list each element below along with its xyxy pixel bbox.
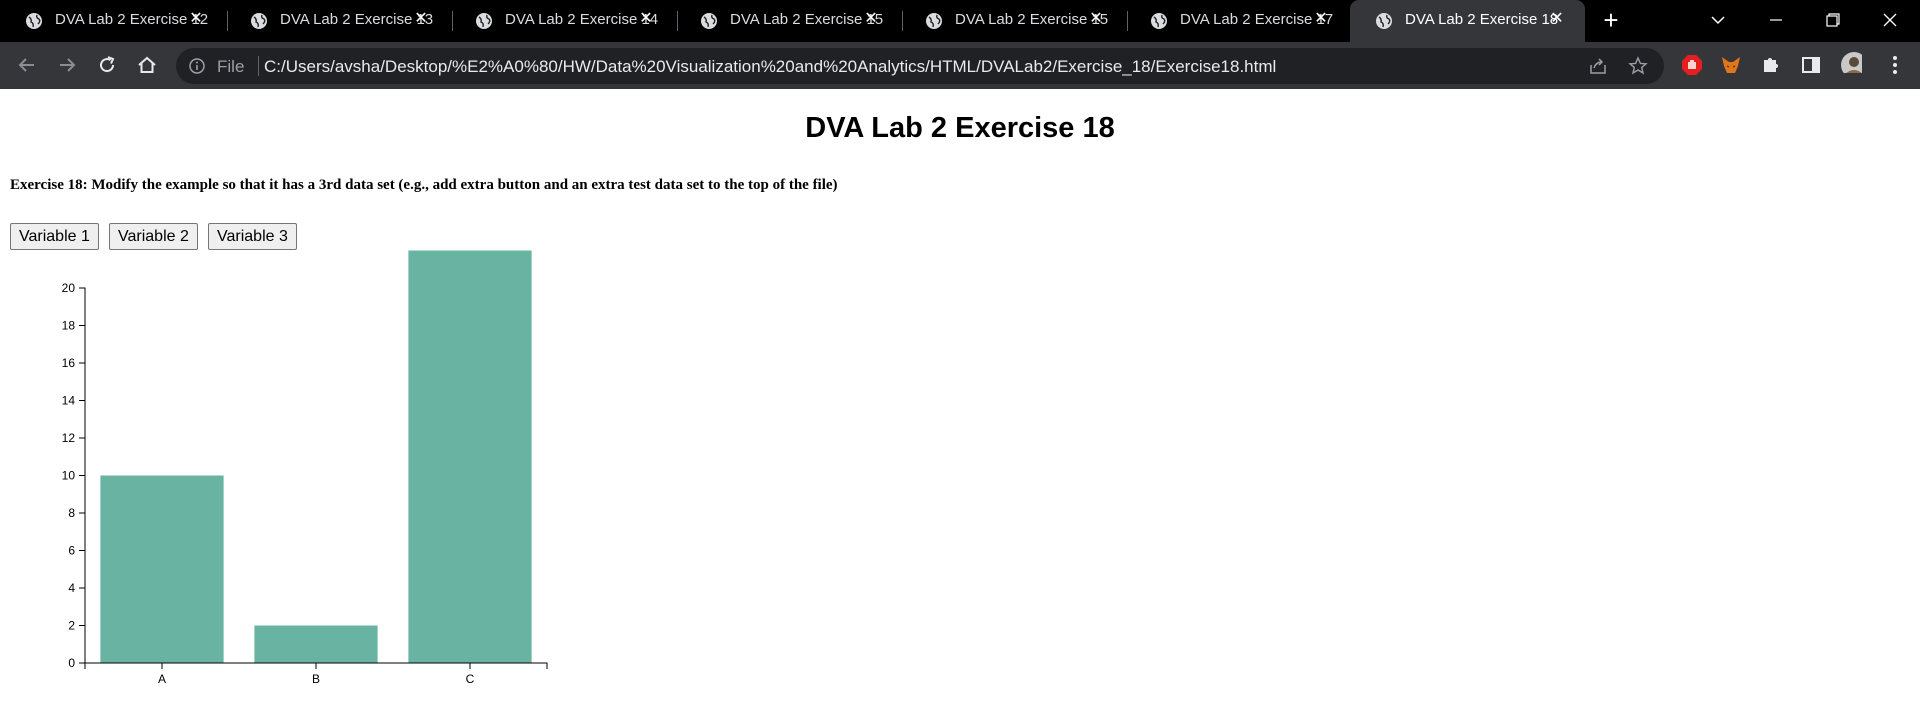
back-arrow-icon[interactable] — [15, 53, 39, 77]
tab-title: DVA Lab 2 Exercise 18 — [1405, 11, 1559, 28]
scheme-label: File — [217, 57, 245, 76]
y-tick-label: 18 — [62, 319, 76, 333]
kebab-menu-icon[interactable] — [1884, 54, 1906, 76]
tab-close-icon[interactable]: ✕ — [863, 11, 879, 27]
tab-close-icon[interactable]: ✕ — [638, 11, 654, 27]
tab-search-icon[interactable] — [1706, 8, 1730, 32]
url-text[interactable]: C:/Users/avsha/Desktop/%E2%A0%80/HW/Data… — [264, 57, 1276, 77]
tab-close-icon[interactable]: ✕ — [1549, 11, 1565, 27]
forward-arrow-icon[interactable] — [55, 53, 79, 77]
tab-active[interactable]: DVA Lab 2 Exercise 18 ✕ — [1350, 0, 1585, 42]
metamask-fox-icon[interactable] — [1720, 54, 1742, 76]
tab[interactable]: DVA Lab 2 Exercise 14 ✕ — [450, 0, 678, 42]
puzzle-icon[interactable] — [1760, 54, 1782, 76]
tab-title: DVA Lab 2 Exercise 15 — [955, 11, 1109, 28]
bar-chart: 0 2 4 6 8 10 12 14 16 18 20 A B C — [62, 250, 548, 686]
y-tick-label: 20 — [62, 281, 76, 295]
bar-a — [100, 475, 224, 663]
y-tick-label: 12 — [62, 431, 76, 445]
tab[interactable]: DVA Lab 2 Exercise 17 ✕ — [1125, 0, 1341, 42]
x-tick-label-a: A — [158, 672, 166, 686]
globe-icon — [251, 13, 267, 29]
adblock-icon[interactable] — [1681, 54, 1703, 76]
tab-strip: DVA Lab 2 Exercise 12 ✕ DVA Lab 2 Exercise… — [0, 0, 1920, 42]
y-tick-label: 8 — [68, 506, 75, 520]
minimize-icon[interactable] — [1764, 8, 1788, 32]
home-icon[interactable] — [135, 53, 159, 77]
tab[interactable]: DVA Lab 2 Exercise 15 ✕ — [900, 0, 1128, 42]
restore-icon[interactable] — [1821, 8, 1845, 32]
globe-icon — [26, 13, 42, 29]
tab[interactable]: DVA Lab 2 Exercise 15 ✕ — [675, 0, 903, 42]
globe-icon — [1151, 13, 1167, 29]
tab-close-icon[interactable]: ✕ — [1313, 11, 1329, 27]
y-tick-label: 14 — [62, 394, 76, 408]
address-bar[interactable]: File C:/Users/avsha/Desktop/%E2%A0%80/HW… — [176, 48, 1664, 84]
y-tick-label: 16 — [62, 356, 76, 370]
tab-close-icon[interactable]: ✕ — [1088, 11, 1104, 27]
reload-icon[interactable] — [95, 53, 119, 77]
tab-title: DVA Lab 2 Exercise 12 — [55, 11, 209, 28]
browser-toolbar: File C:/Users/avsha/Desktop/%E2%A0%80/HW… — [0, 42, 1920, 89]
star-icon[interactable] — [1628, 56, 1648, 76]
globe-icon — [476, 13, 492, 29]
page-title: DVA Lab 2 Exercise 18 — [805, 112, 1115, 144]
tab-title: DVA Lab 2 Exercise 17 — [1180, 11, 1334, 28]
close-window-icon[interactable] — [1878, 8, 1902, 32]
tab-title: DVA Lab 2 Exercise 15 — [730, 11, 884, 28]
info-icon[interactable] — [188, 57, 206, 75]
bar-b — [254, 625, 378, 663]
tab[interactable]: DVA Lab 2 Exercise 13 ✕ — [225, 0, 453, 42]
y-tick-label: 6 — [68, 544, 75, 558]
globe-icon — [1376, 13, 1392, 29]
share-icon[interactable] — [1588, 56, 1608, 76]
y-tick-label: 10 — [62, 469, 76, 483]
tab-title: DVA Lab 2 Exercise 13 — [280, 11, 434, 28]
tab-close-icon[interactable]: ✕ — [188, 11, 204, 27]
x-tick-label-b: B — [312, 672, 320, 686]
bar-c — [408, 250, 532, 663]
globe-icon — [926, 13, 942, 29]
exercise-description: Exercise 18: Modify the example so that … — [10, 177, 838, 193]
x-tick-label-c: C — [466, 672, 475, 686]
omnibox-divider — [258, 56, 259, 76]
y-tick-label: 2 — [68, 619, 75, 633]
tab-close-icon[interactable]: ✕ — [413, 11, 429, 27]
globe-icon — [701, 13, 717, 29]
profile-avatar-icon[interactable] — [1840, 51, 1862, 73]
sidepanel-icon[interactable] — [1800, 54, 1822, 76]
y-tick-label: 4 — [68, 581, 75, 595]
y-tick-label: 0 — [68, 656, 75, 670]
new-tab-button[interactable]: + — [1598, 7, 1624, 33]
tab-title: DVA Lab 2 Exercise 14 — [505, 11, 659, 28]
tab[interactable]: DVA Lab 2 Exercise 12 ✕ — [0, 0, 228, 42]
